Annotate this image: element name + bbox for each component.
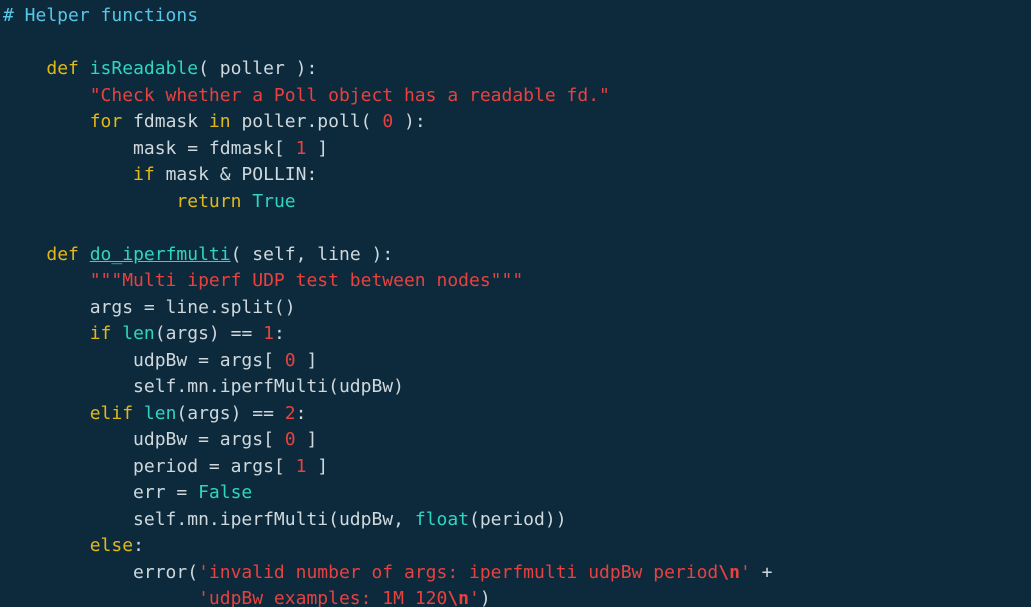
- code-token-keyword: in: [208, 111, 231, 132]
- code-token-ident: [3, 588, 198, 607]
- code-token-ident: udpBw = args[: [3, 429, 285, 450]
- code-token-funcname: do_iperfmulti: [89, 243, 231, 265]
- code-token-ident: args = line.split(): [3, 296, 296, 318]
- code-token-keyword: if: [89, 323, 112, 344]
- code-line: # Helper functions: [3, 3, 1031, 30]
- code-token-string: ': [469, 588, 480, 607]
- code-token-string: """Multi iperf UDP test between nodes""": [89, 270, 524, 291]
- code-token-ident: fdmask: [122, 111, 209, 132]
- code-token-ident: err =: [3, 482, 199, 503]
- code-token-number: 1: [295, 455, 307, 477]
- code-token-keyword: def: [46, 58, 79, 79]
- code-token-ident: ]: [295, 349, 318, 371]
- code-token-ident: [3, 535, 90, 556]
- code-line: for fdmask in poller.poll( 0 ):: [3, 109, 1031, 136]
- code-token-keyword: elif: [89, 402, 134, 424]
- code-token-ident: ( poller ):: [198, 58, 318, 79]
- code-line: err = False: [3, 480, 1031, 507]
- code-line: self.mn.iperfMulti(udpBw, float(period)): [3, 507, 1031, 534]
- code-token-ident: [241, 191, 252, 212]
- code-token-string: "Check whether a Poll object has a reada…: [89, 84, 610, 106]
- code-token-string: ': [739, 561, 751, 583]
- code-token-ident: [3, 191, 176, 212]
- code-line: "Check whether a Poll object has a reada…: [3, 83, 1031, 110]
- code-token-number: 1: [263, 323, 274, 344]
- code-token-number: 2: [284, 402, 296, 424]
- code-token-ident: [79, 244, 90, 265]
- code-token-ident: mask = fdmask[: [3, 137, 296, 159]
- code-token-builtin: len: [143, 402, 177, 424]
- code-token-ident: [3, 323, 90, 344]
- code-token-keyword: def: [46, 243, 79, 265]
- code-token-ident: udpBw = args[: [3, 349, 285, 371]
- code-line: mask = fdmask[ 1 ]: [3, 136, 1031, 163]
- code-token-builtin: len: [122, 323, 155, 344]
- code-token-ident: self.mn.iperfMulti(udpBw,: [3, 508, 415, 530]
- code-token-ident: [3, 111, 90, 132]
- code-line: elif len(args) == 2:: [3, 401, 1031, 428]
- code-token-ident: [79, 58, 90, 79]
- code-token-const: False: [198, 482, 253, 503]
- code-line: error('invalid number of args: iperfmult…: [3, 560, 1031, 587]
- code-token-ident: period = args[: [3, 455, 296, 477]
- code-token-ident: ( self, line ):: [230, 243, 394, 265]
- code-token-ident: ): [479, 588, 491, 607]
- code-token-ident: [3, 403, 90, 424]
- code-token-keyword: else: [89, 535, 134, 556]
- code-token-ident: (period)): [469, 508, 567, 530]
- code-token-number: 0: [382, 111, 394, 132]
- code-token-ident: :: [133, 535, 144, 556]
- code-token-ident: self.mn.iperfMulti(udpBw): [3, 376, 404, 397]
- code-line: args = line.split(): [3, 295, 1031, 322]
- code-token-ident: [111, 323, 122, 344]
- code-token-string: 'invalid number of args: iperfmulti udpB…: [198, 561, 719, 583]
- code-token-ident: [3, 85, 90, 106]
- code-line: 'udpBw examples: 1M 120\n'): [3, 586, 1031, 607]
- code-token-ident: ]: [295, 429, 318, 450]
- code-token-ident: [3, 244, 46, 265]
- code-token-keyword: return: [176, 190, 242, 212]
- code-token-ident: :: [295, 402, 307, 424]
- code-token-ident: (args) ==: [176, 402, 285, 424]
- code-token-ident: ]: [306, 137, 329, 159]
- code-line: if len(args) == 1:: [3, 321, 1031, 348]
- code-line: udpBw = args[ 0 ]: [3, 348, 1031, 375]
- code-token-keyword: if: [133, 164, 155, 185]
- code-token-ident: :: [273, 323, 285, 344]
- code-line: if mask & POLLIN:: [3, 162, 1031, 189]
- code-line: self.mn.iperfMulti(udpBw): [3, 374, 1031, 401]
- code-token-ident: [3, 270, 90, 291]
- code-token-comment: # Helper functions: [3, 5, 199, 26]
- code-line: """Multi iperf UDP test between nodes""": [3, 268, 1031, 295]
- code-line: udpBw = args[ 0 ]: [3, 427, 1031, 454]
- code-line: def isReadable( poller ):: [3, 56, 1031, 83]
- code-token-const: True: [252, 190, 296, 212]
- code-line: else:: [3, 533, 1031, 560]
- code-token-number: 1: [295, 137, 307, 159]
- code-token-ident: mask & POLLIN:: [154, 164, 318, 185]
- code-token-string: 'udpBw examples: 1M 120: [198, 588, 448, 607]
- code-token-keyword: for: [89, 111, 123, 132]
- code-token-builtin: float: [414, 508, 469, 530]
- code-line: def do_iperfmulti( self, line ):: [3, 242, 1031, 269]
- code-token-ident: [3, 58, 46, 79]
- code-line: return True: [3, 189, 1031, 216]
- code-token-ident: [133, 403, 144, 424]
- code-token-escape: \n: [447, 588, 470, 607]
- code-line: period = args[ 1 ]: [3, 454, 1031, 481]
- code-token-ident: +: [750, 561, 773, 583]
- code-token-ident: ]: [306, 455, 329, 477]
- code-token-escape: \n: [718, 561, 740, 583]
- code-token-ident: error(: [3, 561, 199, 583]
- code-token-ident: ):: [393, 111, 426, 132]
- code-token-ident: poller.poll(: [230, 111, 383, 132]
- code-token-number: 0: [284, 429, 296, 450]
- code-token-ident: [3, 164, 133, 185]
- code-token-funcname: isReadable: [89, 58, 199, 79]
- code-token-ident: (args) ==: [154, 323, 264, 344]
- code-editor[interactable]: # Helper functions def isReadable( polle…: [0, 0, 1031, 607]
- code-token-number: 0: [284, 349, 296, 371]
